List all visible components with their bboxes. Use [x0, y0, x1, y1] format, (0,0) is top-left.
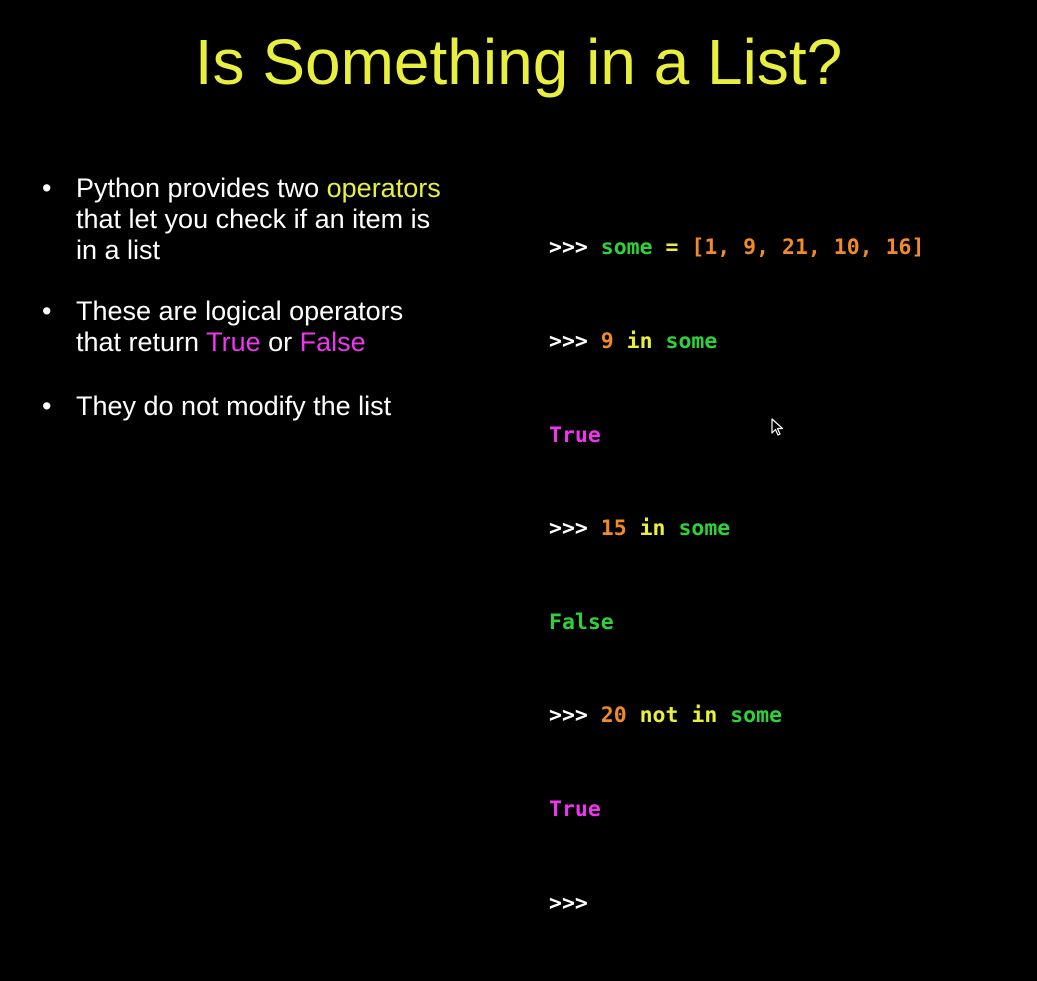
highlight-false: False: [299, 327, 366, 357]
slide: Is Something in a List? Python provides …: [0, 0, 1037, 916]
repl-prompt: >>>: [549, 703, 601, 729]
code-variable: some: [730, 703, 783, 729]
repl-prompt-last: >>>: [549, 890, 588, 916]
repl-prompt: >>>: [549, 235, 601, 261]
code-variable: some: [665, 329, 718, 354]
code-variable: some: [600, 235, 653, 261]
code-list-literal: [1, 9, 21, 10, 16]: [691, 235, 925, 261]
bullet-item-logical: These are logical operators that return …: [40, 296, 510, 358]
bullet-text: or: [260, 327, 300, 357]
highlight-true: True: [206, 327, 261, 357]
code-variable: some: [678, 516, 731, 542]
highlight-operators: operators: [326, 173, 441, 203]
code-line-not-in-check: >>> 20 not in some: [549, 700, 924, 731]
repl-prompt: >>>: [549, 329, 601, 354]
code-output-true: True: [549, 422, 601, 448]
bullet-text: in a list: [76, 235, 161, 265]
code-output-false: False: [549, 609, 614, 635]
code-line-in-check-2: >>> 15 in some: [549, 513, 924, 544]
bullet-item-operators: Python provides two operators that let y…: [40, 173, 510, 266]
bullet-text: that return: [76, 327, 207, 357]
python-repl-code: >>> some = [1, 9, 21, 10, 16] >>> 9 in s…: [549, 170, 924, 981]
code-equals: =: [652, 235, 692, 261]
bullet-text: that let you check if an item is: [76, 204, 431, 234]
code-operator: in: [613, 329, 666, 354]
code-operator: in: [626, 516, 679, 542]
bullet-text: They do not modify the list: [76, 391, 392, 421]
code-number: 9: [600, 329, 614, 354]
bullet-list: Python provides two operators that let y…: [40, 173, 510, 452]
code-number: 15: [600, 516, 627, 542]
bullet-text: These are logical operators: [76, 296, 404, 326]
bullet-item-no-modify: They do not modify the list: [40, 391, 510, 422]
code-number: 20: [600, 703, 627, 729]
mouse-pointer-icon: [771, 418, 784, 436]
code-operator: not in: [626, 703, 731, 729]
bullet-text: Python provides two: [76, 173, 327, 203]
code-line-in-check-1: >>> 9 in some: [549, 326, 924, 357]
slide-title: Is Something in a List?: [194, 26, 843, 98]
code-line-assign: >>> some = [1, 9, 21, 10, 16]: [549, 232, 924, 263]
repl-prompt: >>>: [549, 516, 601, 542]
code-output-true-2: True: [549, 796, 601, 822]
